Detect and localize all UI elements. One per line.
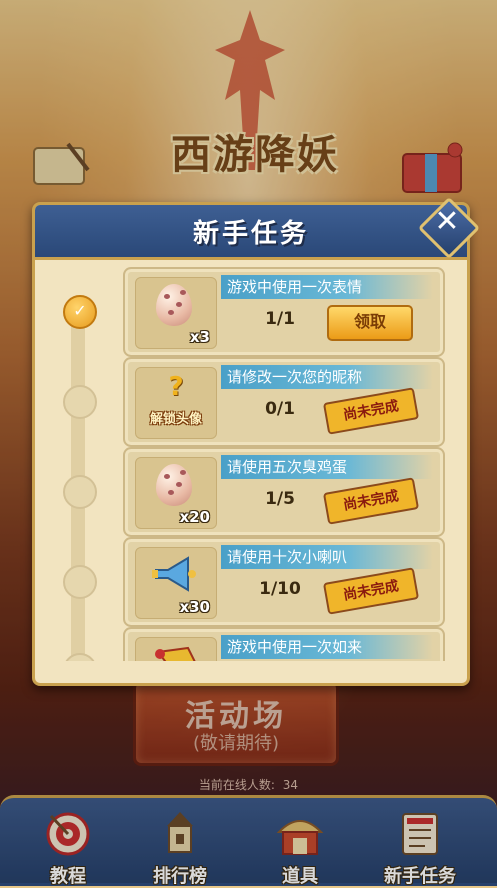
- reward-box: x30: [135, 547, 217, 619]
- incomplete-stamp: 尚未完成: [322, 387, 420, 435]
- reward-box: [135, 637, 217, 661]
- timeline-dot: [63, 475, 97, 509]
- task-progress: 1/5: [265, 489, 295, 509]
- claim-button[interactable]: 领取: [327, 305, 413, 341]
- reward-box: x3: [135, 277, 217, 349]
- task-card: ? 解锁头像 请修改一次您的昵称 0/1 尚未完成: [123, 357, 445, 447]
- task-name: 请使用十次小喇叭: [221, 545, 433, 569]
- timeline-dot-done: ✓: [63, 295, 97, 329]
- egg-icon: [156, 284, 192, 326]
- task-card: 游戏中使用一次如来: [123, 627, 445, 661]
- task-list[interactable]: ✓ x3 游戏中使用一次表情 1/1 领取 ? 解锁头像 请修改一次您的昵称 0…: [41, 263, 461, 661]
- incomplete-stamp: 尚未完成: [322, 477, 420, 525]
- incomplete-stamp: 尚未完成: [322, 567, 420, 615]
- reward-quantity: x3: [189, 328, 210, 346]
- modal-header: 新手任务: [35, 205, 467, 260]
- task-progress: 0/1: [265, 399, 295, 419]
- close-icon: ✕: [434, 204, 460, 239]
- flag-icon: [155, 646, 196, 661]
- task-name: 请修改一次您的昵称: [221, 365, 433, 389]
- check-icon: ✓: [73, 301, 87, 320]
- close-button[interactable]: ✕: [417, 196, 481, 260]
- reward-quantity: x30: [179, 598, 210, 616]
- task-card: x3 游戏中使用一次表情 1/1 领取: [123, 267, 445, 357]
- reward-box: x20: [135, 457, 217, 529]
- question-icon: ?: [168, 372, 184, 402]
- unlock-avatar-label: 解锁头像: [149, 412, 202, 427]
- horn-icon: [152, 556, 196, 592]
- task-progress: 1/1: [265, 309, 295, 329]
- timeline-dot: [63, 385, 97, 419]
- modal-title: 新手任务: [192, 219, 309, 249]
- timeline-dot: [63, 653, 97, 661]
- task-name: 游戏中使用一次如来: [221, 635, 433, 659]
- newbie-tasks-modal: 新手任务 ✕ ✓ x3 游戏中使用一次表情 1/1 领取 ? 解锁头像 请修改一…: [32, 196, 481, 686]
- task-name: 请使用五次臭鸡蛋: [221, 455, 433, 479]
- task-card: x20 请使用五次臭鸡蛋 1/5 尚未完成: [123, 447, 445, 537]
- task-name: 游戏中使用一次表情: [221, 275, 433, 299]
- timeline-dot: [63, 565, 97, 599]
- egg-icon: [156, 464, 192, 506]
- task-card: x30 请使用十次小喇叭 1/10 尚未完成: [123, 537, 445, 627]
- reward-box: ? 解锁头像: [135, 367, 217, 439]
- task-progress: 1/10: [259, 579, 301, 599]
- reward-quantity: x20: [179, 508, 210, 526]
